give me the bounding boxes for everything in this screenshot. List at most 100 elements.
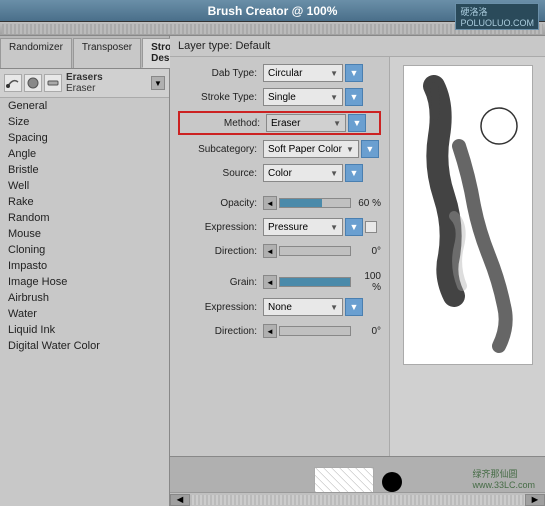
category-random[interactable]: Random <box>0 210 169 226</box>
category-digital-water-color[interactable]: Digital Water Color <box>0 338 169 354</box>
opacity-left-arrow[interactable]: ◄ <box>263 196 277 210</box>
scroll-left-btn[interactable]: ◄ <box>170 494 190 506</box>
source-value: Color ▼ ▼ <box>263 164 381 182</box>
subcategory-arrow: ▼ <box>346 145 354 154</box>
brush-icon-3 <box>44 74 62 92</box>
expression1-action-btn[interactable]: ▼ <box>345 218 363 236</box>
grain-value: ◄ 100 % <box>263 271 381 293</box>
expression2-dropdown[interactable]: None ▼ <box>263 298 343 316</box>
method-arrow: ▼ <box>333 119 341 128</box>
brush-selector: Erasers Eraser ▼ <box>0 69 169 98</box>
opacity-slider[interactable] <box>279 198 351 208</box>
expression1-checkbox[interactable] <box>365 221 377 233</box>
dab-type-arrow: ▼ <box>330 69 338 78</box>
source-arrow: ▼ <box>330 169 338 178</box>
category-mouse[interactable]: Mouse <box>0 226 169 242</box>
method-value: Eraser ▼ ▼ <box>266 114 378 132</box>
preview-canvas <box>403 65 533 365</box>
stroke-type-dropdown[interactable]: Single ▼ <box>263 88 343 106</box>
category-size[interactable]: Size <box>0 114 169 130</box>
dab-type-value: Circular ▼ ▼ <box>263 64 381 82</box>
stroke-type-label: Stroke Type: <box>178 92 263 103</box>
category-impasto[interactable]: Impasto <box>0 258 169 274</box>
expression1-arrow: ▼ <box>330 223 338 232</box>
left-panel: Randomizer Transposer Stroke Designer <box>0 36 170 506</box>
direction2-label: Direction: <box>178 326 263 337</box>
source-action-btn[interactable]: ▼ <box>345 164 363 182</box>
category-angle[interactable]: Angle <box>0 146 169 162</box>
grain-slider[interactable] <box>279 277 351 287</box>
app-title: Brush Creator @ 100% <box>208 4 338 18</box>
direction2-row: Direction: ◄ 0° <box>178 321 381 341</box>
category-liquid-ink[interactable]: Liquid Ink <box>0 322 169 338</box>
expression2-action-btn[interactable]: ▼ <box>345 298 363 316</box>
brush-icon-2 <box>24 74 42 92</box>
tab-randomizer[interactable]: Randomizer <box>0 38 72 68</box>
direction2-left-arrow[interactable]: ◄ <box>263 324 277 338</box>
category-list: General Size Spacing Angle Bristle Well … <box>0 98 169 506</box>
method-action-btn[interactable]: ▼ <box>348 114 366 132</box>
direction2-value: ◄ 0° <box>263 324 381 338</box>
category-rake[interactable]: Rake <box>0 194 169 210</box>
expression2-row: Expression: None ▼ ▼ <box>178 297 381 317</box>
grain-label: Grain: <box>178 277 263 288</box>
subcategory-value: Soft Paper Color ▼ ▼ <box>263 140 381 158</box>
controls-area: Dab Type: Circular ▼ ▼ Stroke Type: <box>170 57 390 456</box>
category-bristle[interactable]: Bristle <box>0 162 169 178</box>
opacity-value-text: 60 % <box>353 198 381 209</box>
mini-dot <box>382 472 402 492</box>
brush-category-label: Erasers <box>66 72 103 83</box>
layer-type-header: Layer type: Default <box>170 36 545 57</box>
category-general[interactable]: General <box>0 98 169 114</box>
direction2-value-text: 0° <box>353 326 381 337</box>
stroke-type-value: Single ▼ ▼ <box>263 88 381 106</box>
method-row: Method: Eraser ▼ ▼ <box>178 111 381 135</box>
direction1-slider[interactable] <box>279 246 351 256</box>
expression1-label: Expression: <box>178 222 263 233</box>
brush-icon-1 <box>4 74 22 92</box>
expression2-arrow: ▼ <box>330 303 338 312</box>
stroke-type-row: Stroke Type: Single ▼ ▼ <box>178 87 381 107</box>
grain-left-arrow[interactable]: ◄ <box>263 275 277 289</box>
brush-dropdown-btn[interactable]: ▼ <box>151 76 165 90</box>
opacity-value: ◄ 60 % <box>263 196 381 210</box>
method-label: Method: <box>181 118 266 129</box>
grain-value-text: 100 % <box>353 271 381 293</box>
watermark: 绿齐那仙圆 www.33LC.com <box>472 467 535 490</box>
method-dropdown[interactable]: Eraser ▼ <box>266 114 346 132</box>
tab-transposer[interactable]: Transposer <box>73 38 141 68</box>
expression1-row: Expression: Pressure ▼ ▼ <box>178 217 381 237</box>
right-panel: Layer type: Default Dab Type: Circular ▼… <box>170 36 545 506</box>
subcategory-action-btn[interactable]: ▼ <box>361 140 379 158</box>
direction1-row: Direction: ◄ 0° <box>178 241 381 261</box>
bottom-scrollbar[interactable]: ◄ ► <box>170 492 545 506</box>
bottom-bar: 绿齐那仙圆 www.33LC.com ◄ ► <box>170 456 545 506</box>
expression1-dropdown[interactable]: Pressure ▼ <box>263 218 343 236</box>
dab-type-dropdown[interactable]: Circular ▼ <box>263 64 343 82</box>
category-well[interactable]: Well <box>0 178 169 194</box>
category-cloning[interactable]: Cloning <box>0 242 169 258</box>
scroll-track <box>190 495 525 505</box>
category-image-hose[interactable]: Image Hose <box>0 274 169 290</box>
opacity-label: Opacity: <box>178 198 263 209</box>
direction1-value-text: 0° <box>353 246 381 257</box>
direction1-value: ◄ 0° <box>263 244 381 258</box>
source-dropdown[interactable]: Color ▼ <box>263 164 343 182</box>
direction1-left-arrow[interactable]: ◄ <box>263 244 277 258</box>
brush-icons <box>4 74 62 92</box>
expression1-value: Pressure ▼ ▼ <box>263 218 381 236</box>
content-area: Dab Type: Circular ▼ ▼ Stroke Type: <box>170 57 545 456</box>
expression2-value: None ▼ ▼ <box>263 298 381 316</box>
scroll-right-btn[interactable]: ► <box>525 494 545 506</box>
subcategory-dropdown[interactable]: Soft Paper Color ▼ <box>263 140 359 158</box>
category-spacing[interactable]: Spacing <box>0 130 169 146</box>
brush-names: Erasers Eraser <box>66 72 103 94</box>
subcategory-label: Subcategory: <box>178 144 263 155</box>
category-airbrush[interactable]: Airbrush <box>0 290 169 306</box>
dab-type-action-btn[interactable]: ▼ <box>345 64 363 82</box>
stroke-type-action-btn[interactable]: ▼ <box>345 88 363 106</box>
direction1-label: Direction: <box>178 246 263 257</box>
category-water[interactable]: Water <box>0 306 169 322</box>
direction2-slider[interactable] <box>279 326 351 336</box>
dab-type-row: Dab Type: Circular ▼ ▼ <box>178 63 381 83</box>
